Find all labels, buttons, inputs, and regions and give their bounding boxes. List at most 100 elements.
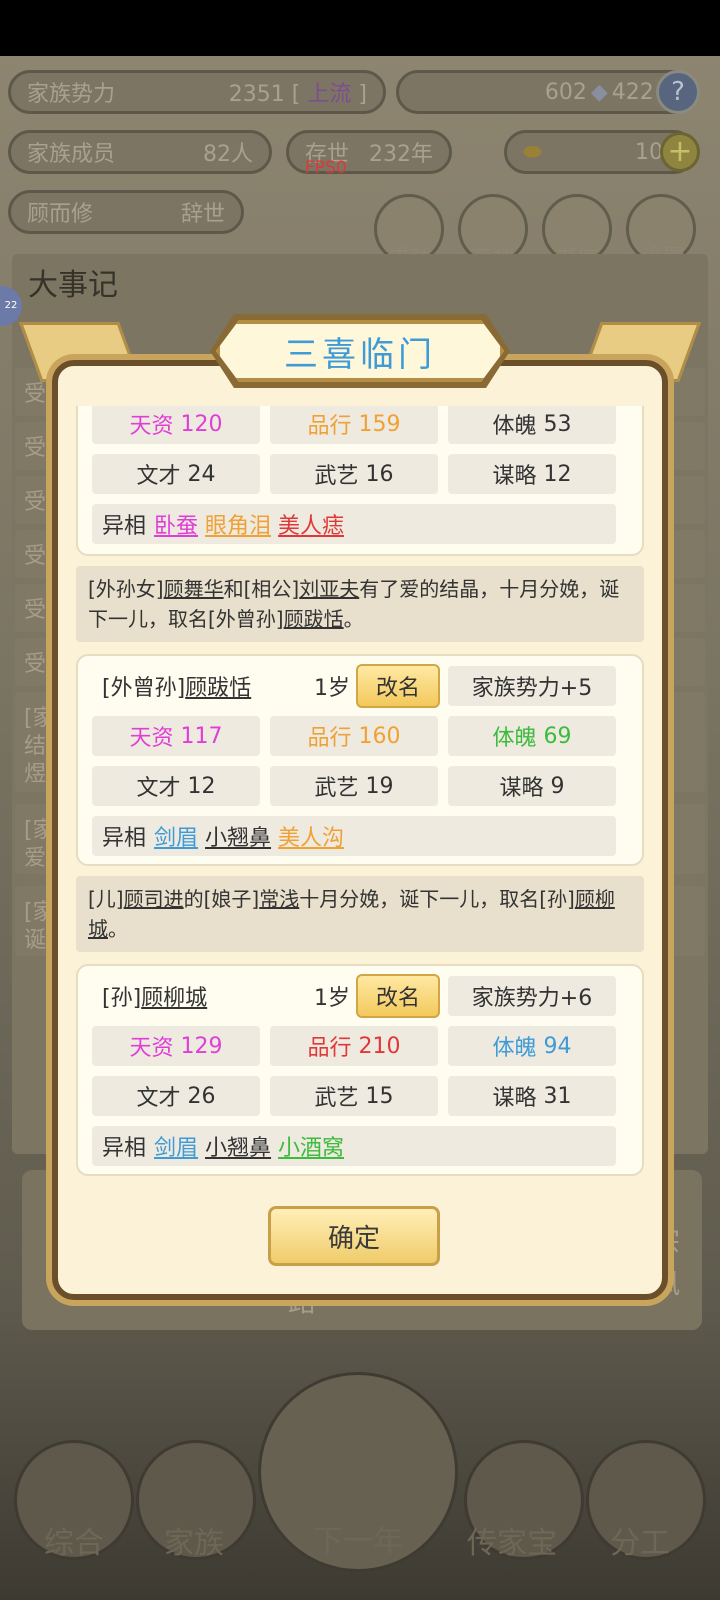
traits-row: 异相 剑眉 小翘鼻 美人沟 (92, 816, 616, 856)
heirloom-tab-label: 传家宝 (467, 1526, 557, 1561)
stat-label: 天资 (129, 1036, 174, 1061)
story-text: [儿] (88, 887, 124, 911)
stat-literacy: 文才 24 (92, 454, 260, 494)
stat-value: 16 (365, 461, 394, 487)
stat-value: 94 (543, 1033, 572, 1059)
stat-talent: 天资 129 (92, 1026, 260, 1066)
person-link[interactable]: 顾舞华 (164, 577, 224, 601)
stat-label: 谋略 (492, 464, 537, 489)
stat-label: 文才 (136, 776, 181, 801)
coin-value: 422 (611, 79, 654, 105)
gold-ingot-icon: ⬬ (523, 139, 542, 165)
traits-row: 异相 剑眉 小翘鼻 小酒窝 (92, 1126, 616, 1166)
help-button[interactable]: ? (656, 70, 700, 114)
clan-power-bonus: 家族势力+6 (448, 976, 616, 1016)
jade-value: 602 (544, 79, 587, 105)
stat-label: 体魄 (492, 1036, 537, 1061)
child-card: 天资 120 品行 159 体魄 53 文才 24 武艺 16 谋略 12 异相… (76, 406, 644, 556)
trait-link[interactable]: 美人痣 (278, 508, 344, 540)
traits-label: 异相 (102, 514, 147, 539)
stat-label: 天资 (129, 414, 174, 439)
stat-literacy: 文才 26 (92, 1076, 260, 1116)
trait-link[interactable]: 眼角泪 (205, 508, 271, 540)
story-text: 十月分娩，诞下一儿，取名[孙] (299, 887, 575, 911)
stat-physique: 体魄 69 (448, 716, 616, 756)
traits-label: 异相 (102, 1136, 147, 1161)
rename-button[interactable]: 改名 (356, 664, 440, 708)
bg-row-text: 诞 (24, 928, 47, 953)
story-text: [外孙女] (88, 577, 164, 601)
clan-power-bonus: 家族势力+5 (448, 666, 616, 706)
stat-value: 117 (180, 723, 223, 749)
stat-value: 159 (358, 411, 401, 437)
stat-value: 160 (358, 723, 401, 749)
stat-label: 武艺 (314, 464, 359, 489)
deceased-pill: 顾而修 辞世 (8, 190, 244, 234)
child-card: [外曾孙] 顾跋恬 1岁 改名 家族势力+5 天资 117 品行 160 体魄 6… (76, 654, 644, 866)
stat-value: 210 (358, 1033, 401, 1059)
deceased-name: 顾而修 (27, 202, 94, 227)
stat-value: 9 (550, 773, 565, 799)
stat-physique: 体魄 94 (448, 1026, 616, 1066)
dialog-scroll-area[interactable]: 天资 120 品行 159 体魄 53 文才 24 武艺 16 谋略 12 异相… (72, 406, 648, 1196)
child-name-link[interactable]: 顾柳城 (141, 980, 207, 1012)
child-card: [孙] 顾柳城 1岁 改名 家族势力+6 天资 129 品行 210 体魄 94 … (76, 964, 644, 1176)
child-name-link[interactable]: 顾跋恬 (185, 670, 251, 702)
child-relation: [外曾孙] (102, 676, 186, 701)
story-text: 。 (108, 917, 128, 941)
person-link[interactable]: 顾司进 (124, 887, 184, 911)
story-text: 。 (343, 607, 364, 631)
event-story: [外孙女]顾舞华和[相公]刘亚夫有了爱的结晶，十月分娩，诞下一儿，取名[外曾孙]… (76, 566, 644, 642)
bracket-open: [ (291, 82, 301, 107)
stat-strategy: 谋略 9 (448, 766, 616, 806)
members-label: 家族成员 (27, 142, 116, 167)
trait-link[interactable]: 小翘鼻 (205, 1130, 271, 1162)
child-relation: [孙] (102, 986, 142, 1011)
deceased-status: 辞世 (180, 202, 225, 227)
trait-link[interactable]: 卧蚕 (154, 508, 198, 540)
confirm-button[interactable]: 确定 (268, 1206, 440, 1266)
stat-label: 品行 (307, 1036, 352, 1061)
traits-row: 异相 卧蚕 眼角泪 美人痣 (92, 504, 616, 544)
trait-link[interactable]: 剑眉 (154, 1130, 198, 1162)
person-link[interactable]: 刘亚夫 (299, 577, 359, 601)
stat-value: 120 (180, 411, 223, 437)
stat-value: 69 (543, 723, 572, 749)
event-story: [儿]顾司进的[娘子]常浅十月分娩，诞下一儿，取名[孙]顾柳城。 (76, 876, 644, 952)
stat-talent: 天资 117 (92, 716, 260, 756)
stat-label: 武艺 (314, 776, 359, 801)
bg-row-text: 受 (24, 598, 47, 623)
bg-row-text: 受 (24, 436, 47, 461)
trait-link[interactable]: 剑眉 (154, 820, 198, 852)
stat-talent: 天资 120 (92, 406, 260, 444)
stat-label: 文才 (136, 464, 181, 489)
stat-martial: 武艺 16 (270, 454, 438, 494)
add-gold-button[interactable]: + (660, 132, 700, 172)
person-link[interactable]: 顾跋恬 (284, 607, 344, 631)
stat-value: 26 (187, 1083, 216, 1109)
bg-row-text: 爱 (24, 846, 47, 871)
bg-row-text: 受 (24, 544, 47, 569)
stat-physique: 体魄 53 (448, 406, 616, 444)
clan-power-pill: 家族势力 2351 [ 上流 ] (8, 70, 386, 114)
currency-pill: 602 ◆ 422 ● (396, 70, 696, 114)
stat-value: 31 (543, 1083, 572, 1109)
stat-label: 体魄 (492, 726, 537, 751)
stat-value: 12 (187, 773, 216, 799)
help-icon: ? (671, 77, 685, 107)
bg-row-text: 受 (24, 490, 47, 515)
stat-value: 53 (543, 411, 572, 437)
next-year-label: 下一年 (313, 1524, 403, 1559)
stat-conduct: 品行 210 (270, 1026, 438, 1066)
rename-button[interactable]: 改名 (356, 974, 440, 1018)
trait-link[interactable]: 小酒窝 (278, 1130, 344, 1162)
jade-icon: ◆ (590, 79, 608, 105)
bracket-close: ] (358, 82, 367, 107)
bg-row-text: 煜 (24, 762, 47, 787)
status-bar (0, 0, 720, 56)
trait-link[interactable]: 美人沟 (278, 820, 344, 852)
person-link[interactable]: 常浅 (259, 887, 299, 911)
traits-label: 异相 (102, 826, 147, 851)
trait-link[interactable]: 小翘鼻 (205, 820, 271, 852)
clan-power-label: 家族势力 (27, 82, 116, 107)
